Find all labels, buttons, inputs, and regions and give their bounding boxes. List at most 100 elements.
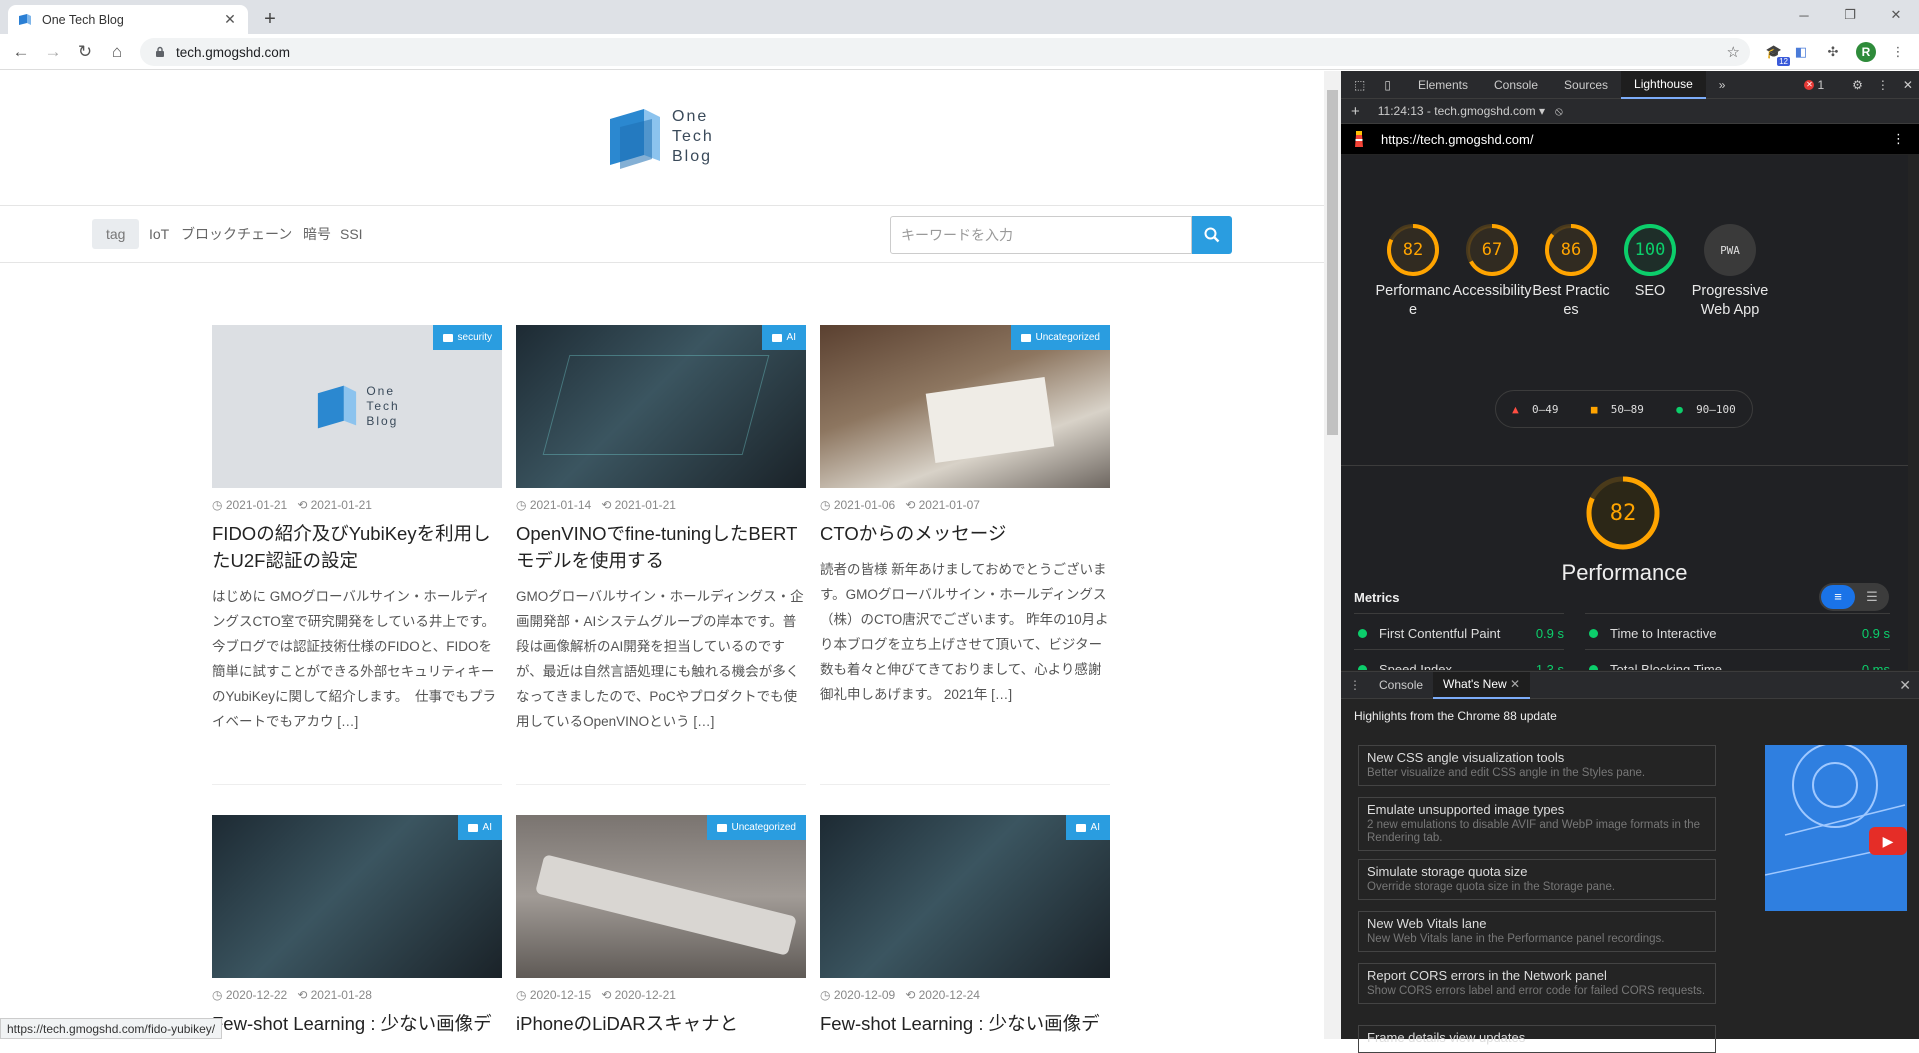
tag-iot[interactable]: IoT (149, 219, 169, 249)
site-logo[interactable]: One Tech Blog (606, 97, 726, 177)
category-badge[interactable]: AI (1065, 815, 1110, 840)
performance-main-score: 82 (1609, 500, 1637, 526)
report-selector[interactable]: 11:24:13 - tech.gmogshd.com ▾ (1378, 104, 1545, 118)
drawer-tab-whats-new[interactable]: What's New ✕ (1433, 671, 1531, 699)
back-icon[interactable]: ← (9, 40, 33, 64)
tab-lighthouse[interactable]: Lighthouse (1621, 70, 1706, 99)
metric-time-to-interactive: Time to Interactive 0.9 s (1585, 613, 1890, 653)
devtools-settings-icon[interactable]: ⚙ (1852, 78, 1863, 92)
gauge-performance[interactable]: 82 Performance (1373, 220, 1453, 320)
category-badge[interactable]: AI (457, 815, 502, 840)
gauge-seo[interactable]: 100 SEO (1610, 220, 1690, 301)
legend-fail-range: 0–49 (1532, 402, 1559, 416)
whats-new-item-desc: Override storage quota size in the Stora… (1367, 881, 1616, 893)
whats-new-item-title: New CSS angle visualization tools (1367, 750, 1565, 765)
tab-sources[interactable]: Sources (1551, 71, 1621, 99)
new-report-icon[interactable]: + (1351, 103, 1360, 120)
tab-console[interactable]: Console (1481, 71, 1551, 99)
category-badge[interactable]: security (432, 325, 502, 350)
whats-new-item[interactable]: New CSS angle visualization tools Better … (1358, 745, 1716, 786)
post-card[interactable]: Uncategorized ◷ 2020-12-15 ⟲ 2020-12-21 i… (516, 815, 806, 1037)
drawer-tab-close-icon[interactable]: ✕ (1510, 677, 1520, 691)
drawer-menu-icon[interactable]: ⋮ (1341, 678, 1369, 692)
drawer-close-icon[interactable]: ✕ (1899, 677, 1911, 694)
post-thumbnail[interactable]: AI (212, 815, 502, 978)
drawer-tab-console[interactable]: Console (1369, 672, 1433, 699)
whats-new-item[interactable]: New Web Vitals lane New Web Vitals lane i… (1358, 911, 1716, 952)
video-thumbnail[interactable]: ▶ (1765, 745, 1907, 911)
post-card[interactable]: Uncategorized ◷ 2021-01-06 ⟲ 2021-01-07 C… (820, 325, 1110, 707)
window-close-icon[interactable]: ✕ (1873, 0, 1919, 30)
whats-new-item[interactable]: Emulate unsupported image types 2 new emu… (1358, 797, 1716, 851)
translate-icon[interactable]: ◧ (1791, 42, 1811, 62)
post-thumbnail[interactable]: AI (516, 325, 806, 488)
devtools-close-icon[interactable]: ✕ (1903, 78, 1913, 92)
post-title[interactable]: CTOからのメッセージ (820, 520, 1110, 547)
whats-new-item[interactable]: Simulate storage quota size Override stor… (1358, 859, 1716, 900)
profile-avatar[interactable]: R (1856, 42, 1876, 62)
more-tabs-icon[interactable]: » (1706, 71, 1739, 99)
post-title[interactable]: FIDOの紹介及びYubiKeyを利用したU2F認証の設定 (212, 520, 502, 574)
tab-elements[interactable]: Elements (1405, 71, 1481, 99)
category-label: Uncategorized (731, 822, 796, 833)
play-video-icon[interactable]: ▶ (1869, 827, 1907, 855)
gauge-ring: 82 (1383, 220, 1443, 280)
forward-icon[interactable]: → (41, 40, 65, 64)
device-toolbar-icon[interactable]: ▯ (1378, 71, 1397, 99)
metrics-view-toggle[interactable]: ≡ ☰ (1819, 583, 1889, 611)
tag-ssi[interactable]: SSI (340, 219, 363, 249)
tag-blockchain[interactable]: ブロックチェーン (181, 219, 292, 249)
category-badge[interactable]: Uncategorized (706, 815, 806, 840)
reload-icon[interactable]: ↻ (73, 40, 97, 64)
report-url-bar: https://tech.gmogshd.com/ ⋮ (1341, 124, 1919, 154)
post-card[interactable]: One Tech Blog security ◷ 2021-01-21 ⟲ 202… (212, 325, 502, 734)
whats-new-item-title: New Web Vitals lane (1367, 916, 1487, 931)
gauge-progressive-web-app[interactable]: PWA Progressive Web App (1690, 220, 1770, 320)
address-bar[interactable]: tech.gmogshd.com ☆ (140, 38, 1750, 66)
search-button[interactable] (1192, 216, 1232, 254)
home-icon[interactable]: ⌂ (105, 40, 129, 64)
gauge-ring: 67 (1462, 220, 1522, 280)
expanded-view-icon[interactable]: ☰ (1857, 585, 1887, 609)
gauge-accessibility[interactable]: 67 Accessibility (1452, 220, 1532, 301)
post-title[interactable]: iPhoneのLiDARスキャナと (516, 1010, 806, 1037)
updated-date: ⟲ 2020-12-24 (905, 988, 980, 1002)
compact-view-icon[interactable]: ≡ (1821, 585, 1855, 609)
post-thumbnail[interactable]: Uncategorized (516, 815, 806, 978)
error-counter[interactable]: ✕ 1 (1804, 78, 1824, 92)
tab-close-icon[interactable]: ✕ (222, 11, 238, 28)
chrome-menu-icon[interactable]: ⋮ (1888, 42, 1908, 62)
post-card[interactable]: AI ◷ 2020-12-22 ⟲ 2021-01-28 Few-shot Lea… (212, 815, 502, 1039)
post-thumbnail[interactable]: Uncategorized (820, 325, 1110, 488)
minimize-icon[interactable]: ─ (1781, 0, 1827, 30)
post-title[interactable]: Few-shot Learning : 少ない画像デー (212, 1010, 502, 1039)
search-input[interactable]: キーワードを入力 (890, 216, 1192, 254)
browser-tab[interactable]: One Tech Blog ✕ (8, 5, 248, 34)
gauge-score: 82 (1402, 240, 1424, 260)
extensions-puzzle-icon[interactable]: ✣ (1823, 42, 1843, 62)
whats-new-item[interactable]: Frame details view updates (1358, 1025, 1716, 1053)
post-thumbnail[interactable]: One Tech Blog security (212, 325, 502, 488)
card-divider (212, 784, 502, 785)
post-title[interactable]: OpenVINOでfine-tuningしたBERTモデルを使用する (516, 520, 806, 574)
inspect-element-icon[interactable]: ⬚ (1341, 71, 1378, 99)
page-scrollbar-thumb[interactable] (1327, 90, 1338, 435)
new-tab-button[interactable]: + (256, 5, 284, 33)
post-title[interactable]: Few-shot Learning : 少ない画像デー (820, 1010, 1110, 1039)
devtools-menu-icon[interactable]: ⋮ (1877, 78, 1889, 92)
gauge-best-practices[interactable]: 86 Best Practices (1531, 220, 1611, 320)
report-menu-icon[interactable]: ⋮ (1892, 131, 1905, 147)
category-badge[interactable]: Uncategorized (1010, 325, 1110, 350)
restore-icon[interactable]: ❐ (1827, 0, 1873, 30)
clear-reports-icon[interactable]: ⦸ (1555, 104, 1563, 119)
report-url[interactable]: https://tech.gmogshd.com/ (1381, 132, 1533, 147)
whats-new-item[interactable]: Report CORS errors in the Network panel S… (1358, 963, 1716, 1004)
category-badge[interactable]: AI (761, 325, 806, 350)
tag-crypto[interactable]: 暗号 (303, 219, 331, 249)
bookmark-star-icon[interactable]: ☆ (1727, 43, 1740, 61)
post-thumbnail[interactable]: AI (820, 815, 1110, 978)
extension-badge-icon[interactable]: 🎓 12 (1764, 42, 1790, 66)
post-card[interactable]: AI ◷ 2021-01-14 ⟲ 2021-01-21 OpenVINOでfin… (516, 325, 806, 734)
report-scrollbar[interactable] (1908, 155, 1919, 670)
post-card[interactable]: AI ◷ 2020-12-09 ⟲ 2020-12-24 Few-shot Lea… (820, 815, 1110, 1039)
